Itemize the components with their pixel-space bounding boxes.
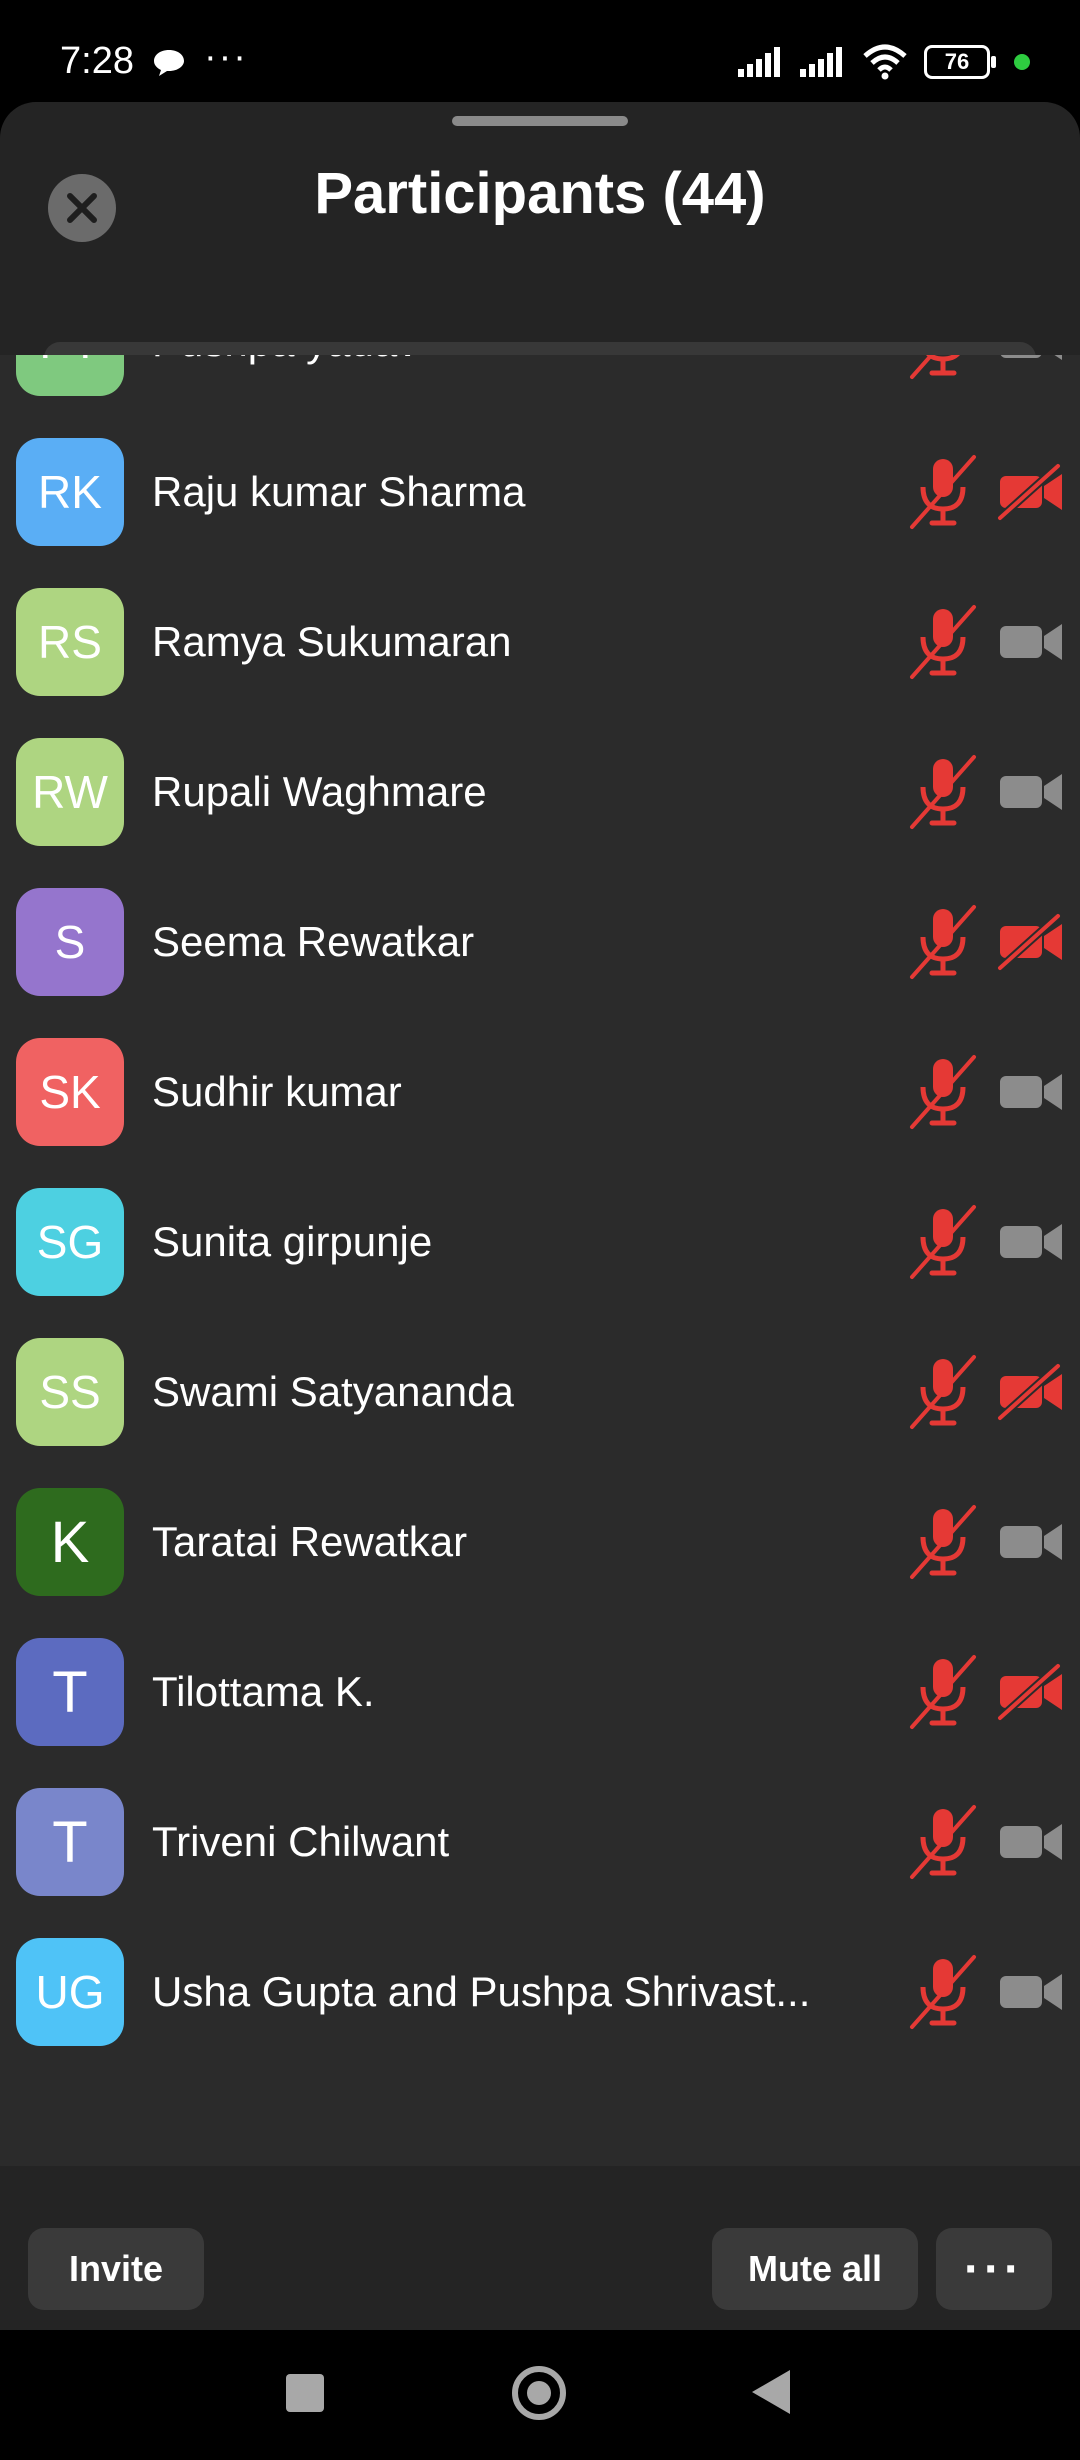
video-on-icon[interactable] (996, 1062, 1066, 1122)
invite-button[interactable]: Invite (28, 2228, 204, 2310)
mute-all-button[interactable]: Mute all (712, 2228, 918, 2310)
participant-name: Usha Gupta and Pushpa Shrivast... (152, 1968, 811, 2015)
mic-muted-icon[interactable] (908, 903, 978, 981)
participant-name: Sunita girpunje (152, 1218, 433, 1265)
participant-row[interactable]: T Tilottama K. (0, 1617, 1080, 1767)
participant-name: Triveni Chilwant (152, 1818, 450, 1865)
participant-row[interactable]: RK Raju kumar Sharma (0, 417, 1080, 567)
participant-row[interactable]: K Taratai Rewatkar (0, 1467, 1080, 1617)
participant-name: Ramya Sukumaran (152, 618, 512, 665)
mic-muted-icon[interactable] (908, 1803, 978, 1881)
mic-muted-icon[interactable] (908, 355, 978, 381)
signal-icon (738, 47, 780, 77)
chat-notification-icon (154, 50, 184, 76)
video-on-icon[interactable] (996, 1962, 1066, 2022)
avatar: RS (16, 588, 124, 696)
avatar: PY (16, 355, 124, 396)
video-on-icon[interactable] (996, 1812, 1066, 1872)
battery-icon: 76 (924, 45, 996, 79)
mic-muted-icon[interactable] (908, 1203, 978, 1281)
participant-row[interactable]: PY Pushpa yadav (0, 355, 1080, 417)
recents-button[interactable] (286, 2374, 324, 2412)
avatar: RK (16, 438, 124, 546)
avatar: K (16, 1488, 124, 1596)
participant-row[interactable]: RW Rupali Waghmare (0, 717, 1080, 867)
mic-muted-icon[interactable] (908, 1353, 978, 1431)
participant-name: Sudhir kumar (152, 1068, 402, 1115)
avatar: T (16, 1788, 124, 1896)
mic-muted-icon[interactable] (908, 1053, 978, 1131)
participant-row[interactable]: UG Usha Gupta and Pushpa Shrivast... (0, 1917, 1080, 2067)
video-on-icon[interactable] (996, 355, 1066, 372)
system-navigation-bar (0, 2330, 1080, 2460)
avatar: UG (16, 1938, 124, 2046)
participant-name: Swami Satyananda (152, 1368, 514, 1415)
drag-handle[interactable] (452, 116, 628, 126)
back-button[interactable] (752, 2370, 790, 2414)
more-options-button[interactable]: ··· (936, 2228, 1052, 2310)
participant-name: Rupali Waghmare (152, 768, 487, 815)
participant-list[interactable]: PY Pushpa yadav RK Raju kumar Sharma RS Ramya… (0, 355, 1080, 2166)
avatar: T (16, 1638, 124, 1746)
video-off-icon[interactable] (996, 1662, 1066, 1722)
active-indicator-dot (1014, 54, 1030, 70)
avatar: SK (16, 1038, 124, 1146)
participant-row[interactable]: RS Ramya Sukumaran (0, 567, 1080, 717)
bottom-action-bar: Invite Mute all ··· (0, 2166, 1080, 2330)
status-time: 7:28 (60, 40, 134, 82)
participant-name: Raju kumar Sharma (152, 468, 526, 515)
participant-row[interactable]: SG Sunita girpunje (0, 1167, 1080, 1317)
avatar: SG (16, 1188, 124, 1296)
mic-muted-icon[interactable] (908, 1503, 978, 1581)
avatar: S (16, 888, 124, 996)
participant-name: Seema Rewatkar (152, 918, 475, 965)
participant-name: Pushpa yadav (152, 355, 832, 417)
status-indicators: 76 (738, 44, 1030, 80)
participant-row[interactable]: SK Sudhir kumar (0, 1017, 1080, 1167)
page-title: Participants (44) (314, 161, 766, 226)
mic-muted-icon[interactable] (908, 453, 978, 531)
video-on-icon[interactable] (996, 1512, 1066, 1572)
participant-row[interactable]: S Seema Rewatkar (0, 867, 1080, 1017)
avatar: RW (16, 738, 124, 846)
avatar: SS (16, 1338, 124, 1446)
participant-row[interactable]: T Triveni Chilwant (0, 1767, 1080, 1917)
video-on-icon[interactable] (996, 612, 1066, 672)
mic-muted-icon[interactable] (908, 1953, 978, 2031)
video-off-icon[interactable] (996, 912, 1066, 972)
video-on-icon[interactable] (996, 1212, 1066, 1272)
mic-muted-icon[interactable] (908, 753, 978, 831)
participant-list-content: PY Pushpa yadav RK Raju kumar Sharma RS Ramya… (0, 355, 1080, 2067)
video-on-icon[interactable] (996, 762, 1066, 822)
wifi-icon (863, 44, 907, 80)
participant-name: Taratai Rewatkar (152, 1518, 468, 1565)
video-off-icon[interactable] (996, 1362, 1066, 1422)
status-more-icon: ··· (204, 36, 248, 78)
participant-row[interactable]: SS Swami Satyananda (0, 1317, 1080, 1467)
status-bar: 7:28 ··· 76 (0, 0, 1080, 110)
home-button[interactable] (512, 2366, 566, 2420)
participant-name: Tilottama K. (152, 1668, 375, 1715)
signal-icon (800, 47, 842, 77)
mic-muted-icon[interactable] (908, 603, 978, 681)
video-off-icon[interactable] (996, 462, 1066, 522)
mic-muted-icon[interactable] (908, 1653, 978, 1731)
